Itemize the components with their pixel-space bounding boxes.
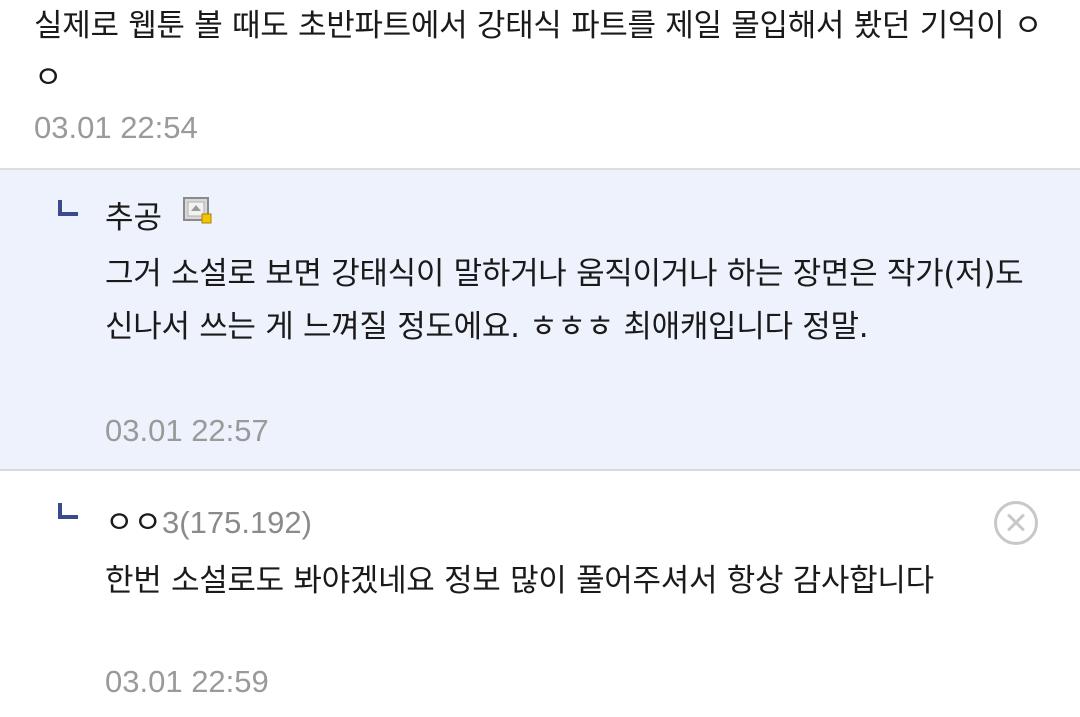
reply-comment-item: 추공 그거 소설로 보면 강태식이 말하거나 움직이거나 하는 장면은 작가(저… bbox=[0, 170, 1080, 471]
comment-text: 실제로 웹툰 볼 때도 초반파트에서 강태식 파트를 제일 몰입해서 봤던 기억… bbox=[34, 8, 1043, 96]
reply-arrow-icon bbox=[58, 503, 78, 519]
comment-timestamp: 03.01 22:57 bbox=[105, 413, 269, 448]
comment-text: 그거 소설로 보면 강태식이 말하거나 움직이거나 하는 장면은 작가(저)도 … bbox=[105, 256, 1024, 345]
comment-timestamp: 03.01 22:59 bbox=[105, 664, 269, 699]
manager-badge-icon bbox=[183, 197, 212, 224]
author-ip: 3(175.192) bbox=[162, 505, 312, 540]
comment-timestamp: 03.01 22:54 bbox=[34, 110, 198, 145]
comment-author[interactable]: ㅇㅇ3(175.192) bbox=[105, 497, 312, 542]
reply-arrow-icon bbox=[58, 200, 78, 216]
author-nickname: ㅇㅇ bbox=[105, 505, 163, 541]
comment-text: 한번 소설로도 봐야겠네요 정보 많이 풀어주셔서 항상 감사합니다 bbox=[105, 563, 934, 599]
delete-comment-button[interactable] bbox=[994, 501, 1038, 545]
comment-item: 실제로 웹툰 볼 때도 초반파트에서 강태식 파트를 제일 몰입해서 봤던 기억… bbox=[0, 0, 1080, 170]
reply-comment-item: ㅇㅇ3(175.192) 한번 소설로도 봐야겠네요 정보 많이 풀어주셔서 항… bbox=[0, 471, 1080, 717]
comment-author[interactable]: 추공 bbox=[105, 192, 162, 237]
